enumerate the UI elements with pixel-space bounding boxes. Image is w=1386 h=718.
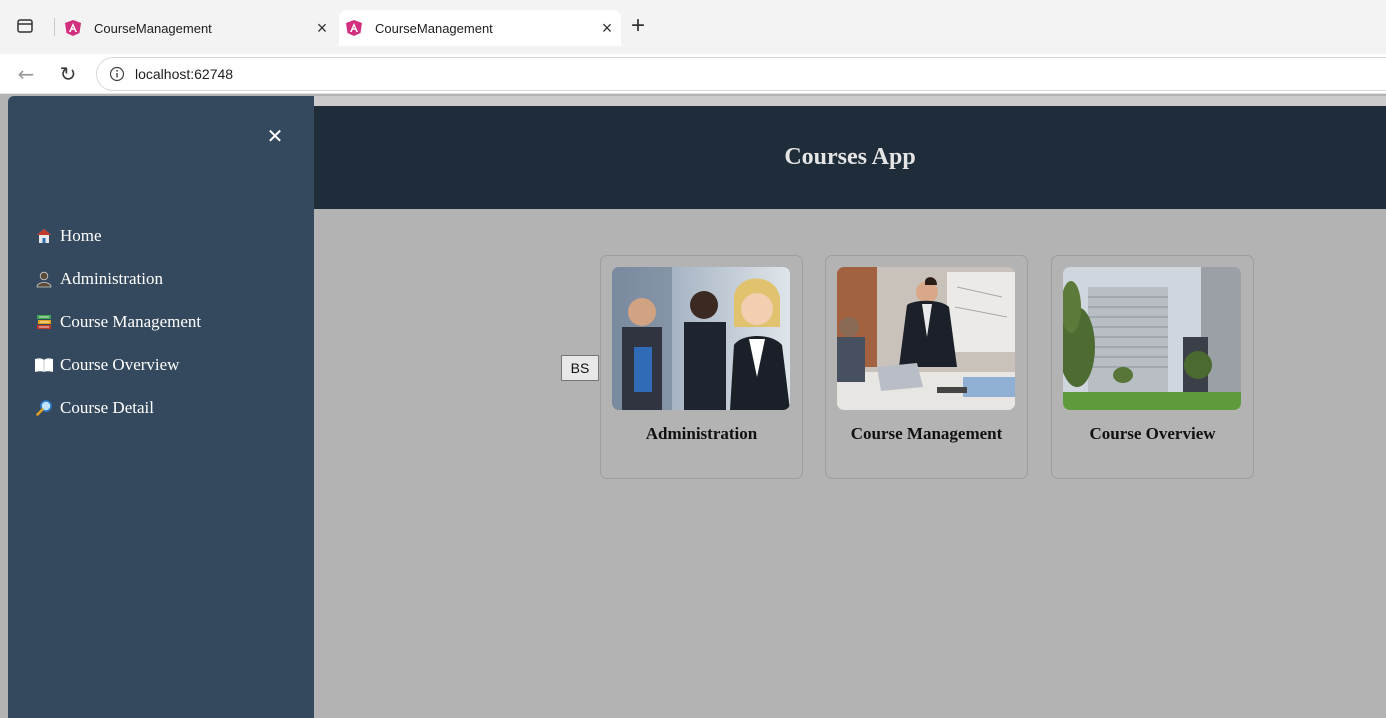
site-info-icon[interactable] xyxy=(109,66,125,82)
tab-actions-icon[interactable] xyxy=(16,17,34,35)
books-icon xyxy=(34,313,54,331)
bs-button[interactable]: BS xyxy=(561,355,599,381)
sidebar-item-home[interactable]: Home xyxy=(8,214,314,257)
sidebar-item-label: Home xyxy=(60,225,102,245)
open-book-icon xyxy=(34,356,54,374)
sidebar: ✕ Home Administration Course Management xyxy=(8,96,314,718)
card-administration[interactable]: Administration xyxy=(600,255,803,479)
tab-title: CourseManagement xyxy=(375,20,493,36)
business-team-photo xyxy=(612,267,790,410)
magnifier-icon xyxy=(34,399,54,417)
app-header: Courses App xyxy=(314,106,1386,209)
sidebar-item-administration[interactable]: Administration xyxy=(8,257,314,300)
card-caption: Administration xyxy=(645,424,758,443)
app-root: ✕ Home Administration Course Management xyxy=(8,96,1386,718)
reload-icon[interactable]: ↻ xyxy=(56,62,80,86)
browser-tab-1[interactable]: CourseManagement × xyxy=(58,10,336,46)
page-title: Courses App xyxy=(784,144,916,170)
sidebar-item-label: Course Management xyxy=(60,311,202,331)
card-course-management[interactable]: Course Management xyxy=(825,255,1028,479)
back-arrow-icon[interactable]: ← xyxy=(14,62,38,86)
new-tab-button[interactable]: + xyxy=(626,14,650,39)
office-building-photo xyxy=(1063,267,1241,410)
url-field[interactable]: localhost:62748 xyxy=(96,57,1386,91)
angular-favicon-icon xyxy=(345,19,363,37)
card-caption: Course Overview xyxy=(1089,424,1216,443)
sidebar-item-course-detail[interactable]: Course Detail xyxy=(8,386,314,429)
sidebar-nav: Home Administration Course Management Co… xyxy=(8,214,314,429)
header-top-strip xyxy=(314,96,1386,106)
sidebar-item-label: Course Overview xyxy=(60,354,180,374)
angular-favicon-icon xyxy=(64,19,82,37)
main-content: BS Administration Course Management Cour… xyxy=(314,209,1386,718)
browser-tab-2-active[interactable]: CourseManagement × xyxy=(339,10,621,46)
sidebar-item-course-overview[interactable]: Course Overview xyxy=(8,343,314,386)
person-silhouette-icon xyxy=(34,270,54,288)
meeting-laptop-photo xyxy=(837,267,1015,410)
tab-close-icon[interactable]: × xyxy=(593,18,621,39)
card-course-overview[interactable]: Course Overview xyxy=(1051,255,1254,479)
tab-close-icon[interactable]: × xyxy=(308,18,336,39)
browser-tab-bar: CourseManagement × CourseManagement × + xyxy=(0,0,1386,54)
house-icon xyxy=(34,227,54,245)
browser-address-bar: ← ↻ localhost:62748 xyxy=(0,54,1386,94)
tab-title: CourseManagement xyxy=(94,20,212,36)
sidebar-close-icon[interactable]: ✕ xyxy=(263,124,287,148)
sidebar-item-label: Administration xyxy=(60,268,163,288)
tab-separator xyxy=(54,18,55,36)
sidebar-item-course-management[interactable]: Course Management xyxy=(8,300,314,343)
url-text: localhost:62748 xyxy=(135,66,234,82)
sidebar-item-label: Course Detail xyxy=(60,397,154,417)
card-caption: Course Management xyxy=(850,424,1003,443)
